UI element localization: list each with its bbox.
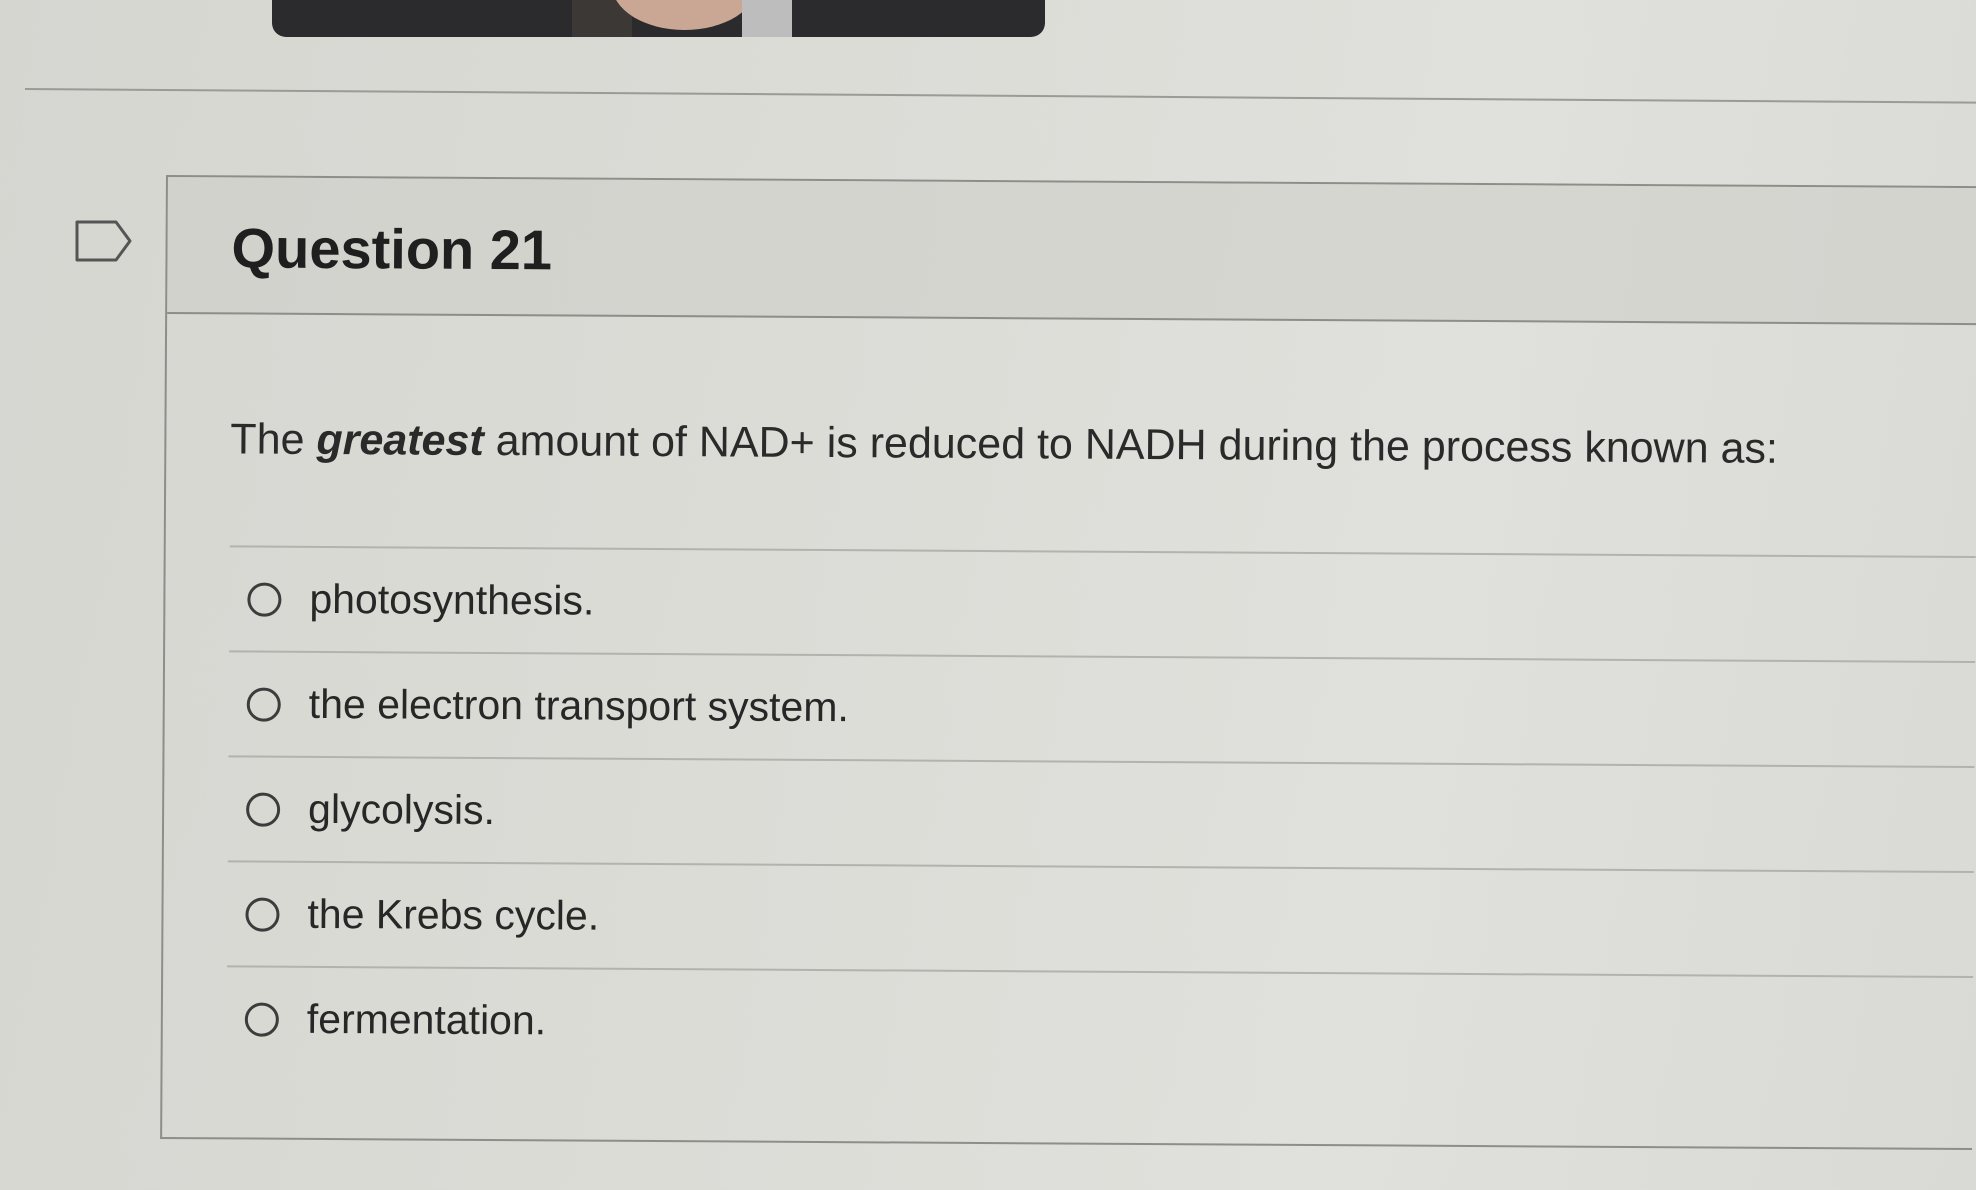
- radio-button-icon[interactable]: [246, 792, 281, 827]
- answer-label[interactable]: fermentation.: [307, 996, 547, 1044]
- question-prompt: The greatest amount of NAD+ is reduced t…: [230, 415, 1778, 473]
- profile-image-collar: [742, 0, 792, 37]
- answer-option-fermentation[interactable]: fermentation.: [227, 967, 1974, 1081]
- question-header: Question 21: [167, 177, 1976, 326]
- answer-label[interactable]: the Krebs cycle.: [307, 891, 599, 940]
- flag-icon[interactable]: [74, 218, 134, 264]
- section-divider: [24, 88, 1976, 104]
- profile-image-face: [612, 0, 757, 30]
- answer-option-photosynthesis[interactable]: photosynthesis.: [229, 547, 1976, 664]
- radio-button-icon[interactable]: [244, 1001, 279, 1037]
- question-title: Question 21: [231, 216, 553, 282]
- question-text-after: amount of NAD+ is reduced to NADH during…: [483, 416, 1779, 473]
- answer-label[interactable]: glycolysis.: [308, 786, 495, 834]
- profile-image-banner: [272, 0, 1045, 37]
- question-text-emphasis: greatest: [316, 415, 484, 465]
- answer-label[interactable]: photosynthesis.: [309, 576, 594, 625]
- radio-button-icon[interactable]: [246, 687, 281, 722]
- answer-option-glycolysis[interactable]: glycolysis.: [227, 757, 1975, 874]
- answer-list: photosynthesis. the electron transport s…: [227, 547, 1976, 1081]
- radio-button-icon[interactable]: [245, 896, 280, 932]
- answer-option-electron-transport-system[interactable]: the electron transport system.: [228, 652, 1976, 769]
- question-panel: Question 21 The greatest amount of NAD+ …: [160, 175, 1976, 1151]
- answer-option-krebs-cycle[interactable]: the Krebs cycle.: [227, 862, 1974, 979]
- question-text-before: The: [230, 415, 317, 464]
- answer-label[interactable]: the electron transport system.: [309, 681, 849, 731]
- radio-button-icon[interactable]: [247, 582, 282, 617]
